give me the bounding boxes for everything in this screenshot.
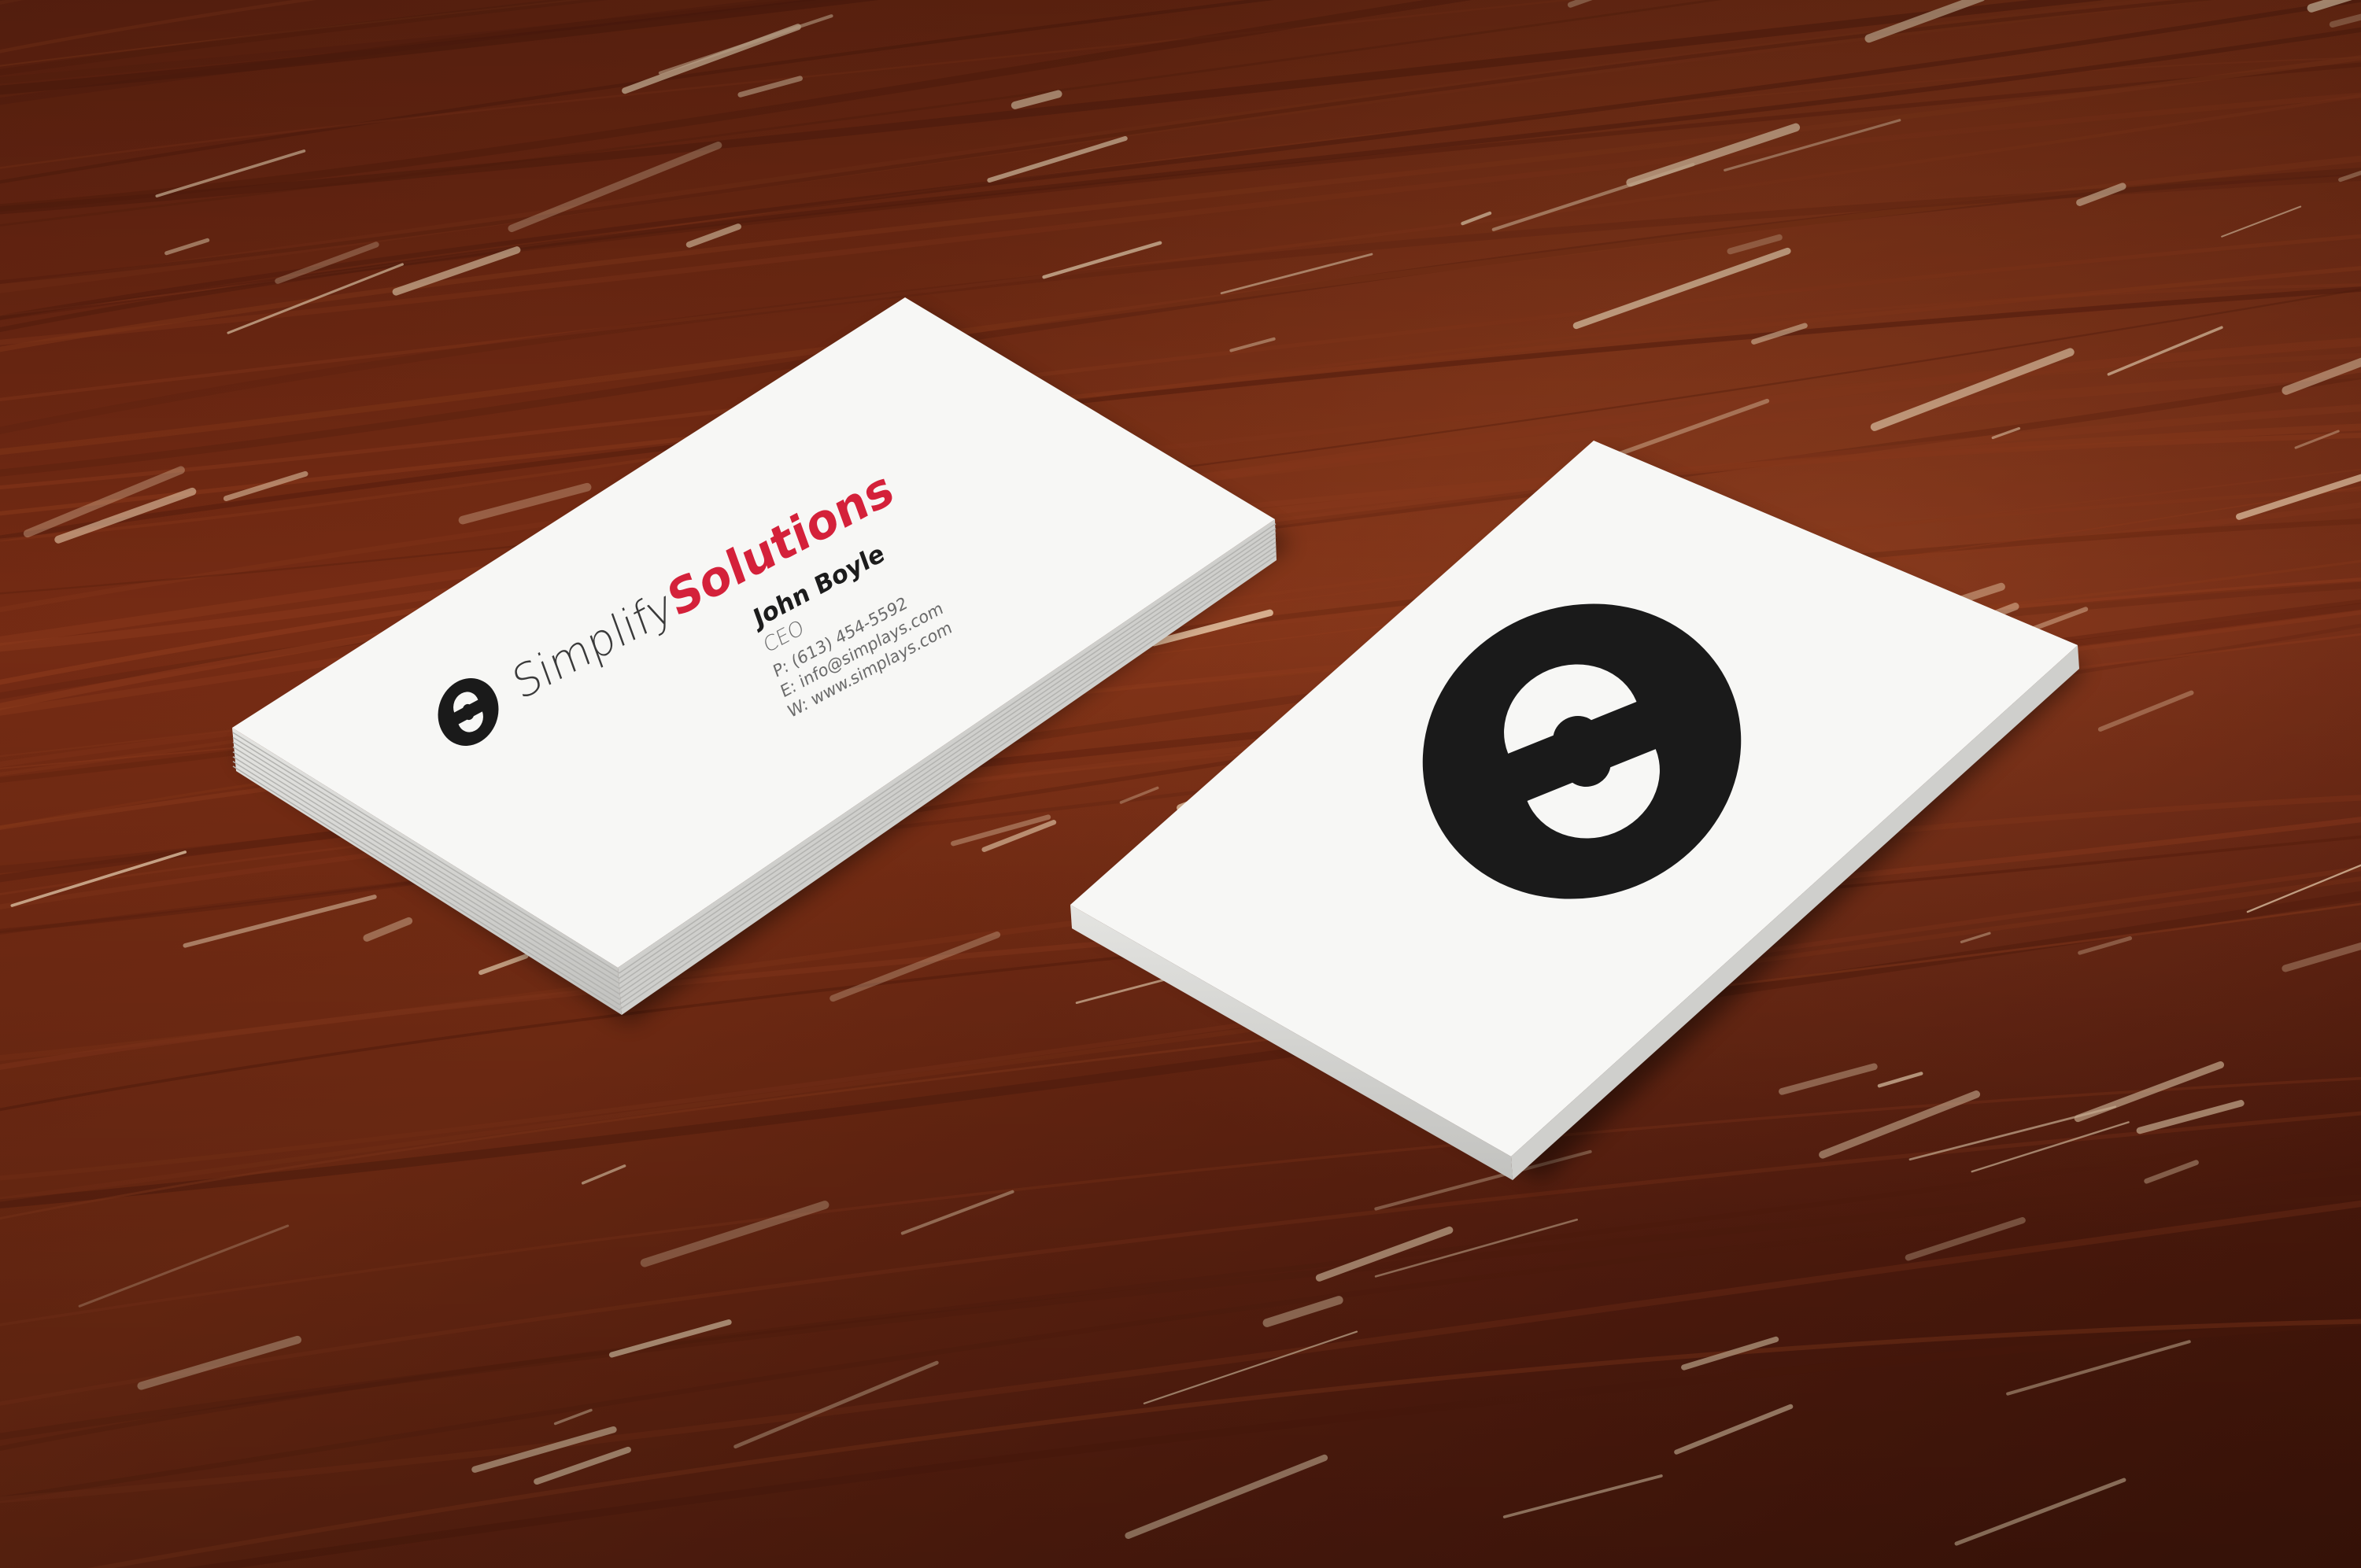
photo-canvas: Simplify Solutions John Boyle CEO P: (61… xyxy=(0,0,2361,1568)
photo-scene: Simplify Solutions John Boyle CEO P: (61… xyxy=(0,0,2361,1568)
